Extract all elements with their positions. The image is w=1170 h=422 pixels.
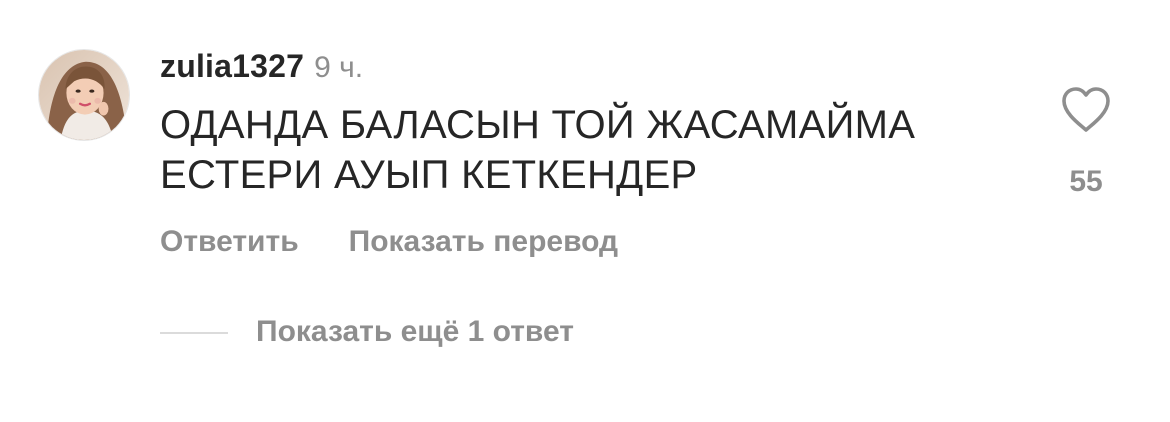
show-more-replies-button[interactable]: Показать ещё 1 ответ (256, 312, 574, 352)
username[interactable]: zulia1327 (160, 48, 304, 84)
avatar[interactable] (38, 49, 130, 141)
heart-outline-icon (1062, 87, 1110, 132)
comment-actions: Ответить Показать перевод (160, 222, 618, 267)
comment-header: zulia1327 9 ч. (160, 46, 363, 93)
like-count[interactable]: 55 (1046, 162, 1126, 202)
like-button[interactable] (1060, 86, 1112, 134)
replies-divider (160, 332, 228, 334)
avatar-image (39, 50, 129, 140)
show-translation-button[interactable]: Показать перевод (349, 225, 618, 258)
comment-text: ОДАНДА БАЛАСЫН ТОЙ ЖАСАМАЙМА ЕСТЕРИ АУЫП… (160, 103, 916, 197)
comment-timestamp: 9 ч. (314, 51, 364, 84)
reply-button[interactable]: Ответить (160, 225, 299, 258)
